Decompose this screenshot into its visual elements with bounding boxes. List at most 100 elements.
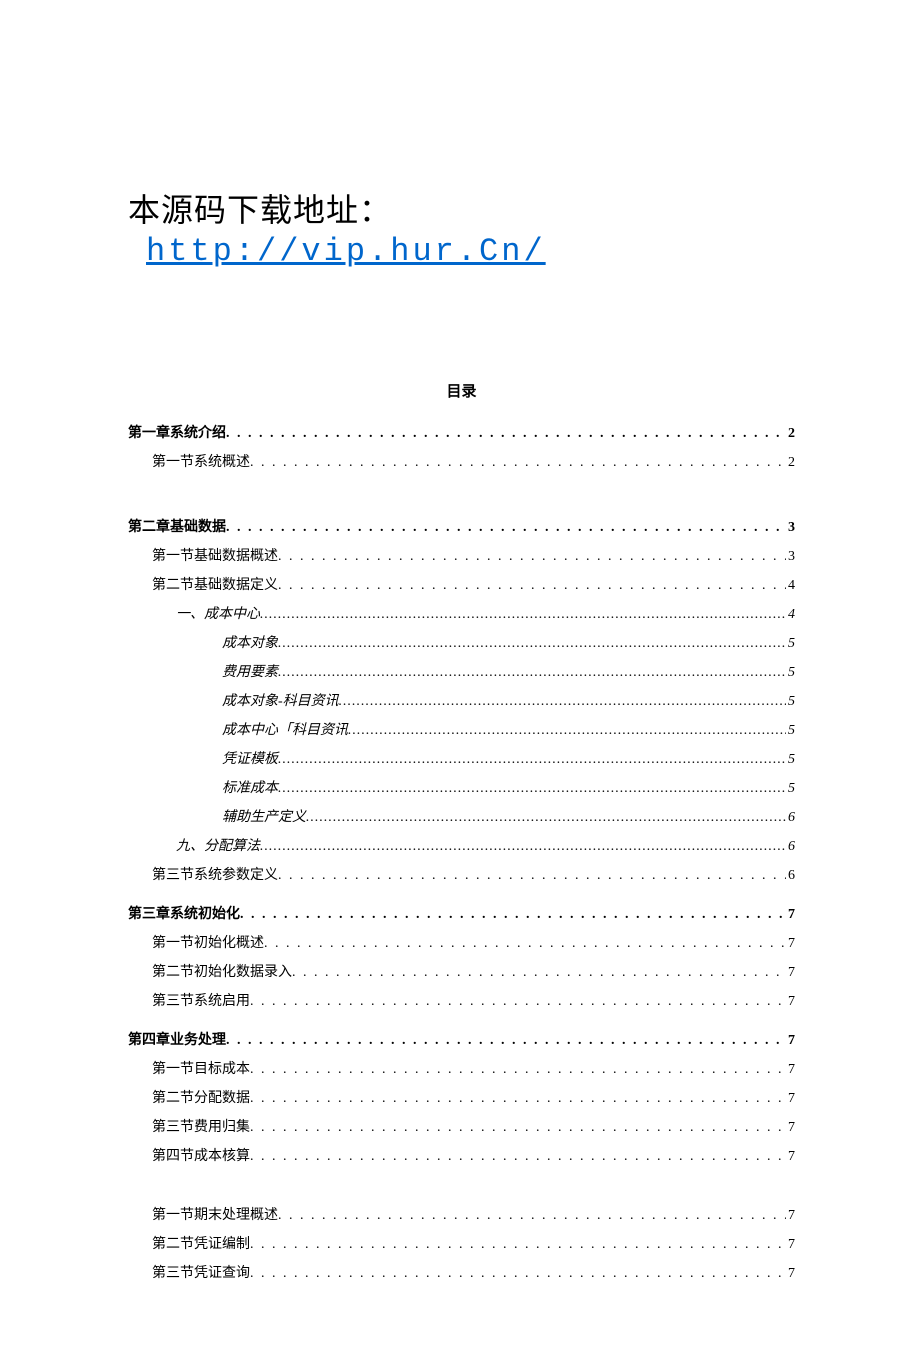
toc-page-number: 5 [786, 778, 795, 799]
toc-label: 第二节基础数据定义 [152, 575, 278, 596]
toc-page-number: 6 [786, 865, 795, 886]
toc-page-number: 7 [786, 1205, 795, 1226]
toc-leader-dots [250, 1088, 786, 1109]
toc-entry-ch2-s2-5[interactable]: 成本中心「科目资讯 5 [128, 720, 795, 741]
toc-page-number: 5 [786, 749, 795, 770]
toc-leader-dots [306, 807, 786, 828]
toc-label: 第二节凭证编制 [152, 1234, 250, 1255]
toc-entry-ch4-s3[interactable]: 第三节费用归集7 [128, 1117, 795, 1138]
toc-entry-ch4-s1[interactable]: 第一节目标成本 7 [128, 1059, 795, 1080]
toc-entry-ch2-s2-4[interactable]: 成本对象-科目资讯 5 [128, 691, 795, 712]
toc-label: 费用要素 [222, 662, 278, 683]
toc-leader-dots [250, 1117, 786, 1138]
download-link[interactable]: http://vip.hur.Cn/ [146, 233, 546, 270]
toc-entry-ch4-s4[interactable]: 第四节成本核算7 [128, 1146, 795, 1167]
toc-page-number: 5 [786, 720, 795, 741]
toc-page-number: 4 [786, 575, 795, 596]
toc-page-number: 3 [786, 517, 795, 538]
toc-leader-dots [250, 991, 786, 1012]
toc-entry-ch2-s2-6[interactable]: 凭证模板 5 [128, 749, 795, 770]
toc-page-number: 2 [786, 423, 795, 444]
toc-leader-dots [250, 1263, 786, 1284]
toc-leader-dots [278, 662, 786, 683]
toc-title: 目录 [128, 380, 795, 401]
toc-page-number: 7 [786, 1146, 795, 1167]
toc-label: 辅助生产定义 [222, 807, 306, 828]
toc-label: 成本对象 [222, 633, 278, 654]
toc-page-number: 7 [786, 1234, 795, 1255]
toc-label: 成本对象-科目资讯 [222, 691, 339, 712]
toc-label: 标准成本 [222, 778, 278, 799]
toc-entry-ch2-s2-7[interactable]: 标准成本 5 [128, 778, 795, 799]
toc-label: 九、分配算法 [176, 836, 260, 857]
toc-label: 第四章业务处理 [128, 1030, 226, 1051]
toc-label: 第三节凭证查询 [152, 1263, 250, 1284]
toc-label: 第三节系统参数定义 [152, 865, 278, 886]
toc-leader-dots [278, 1205, 786, 1226]
toc-page-number: 7 [786, 1263, 795, 1284]
toc-leader-dots [250, 1059, 786, 1080]
toc-page-number: 6 [786, 807, 795, 828]
table-of-contents: 第一章系统介绍2第一节系统概述2第二章基础数据3第一节基础数据概述3第二节基础数… [128, 423, 795, 1284]
document-page: 本源码下载地址： http://vip.hur.Cn/ 目录 第一章系统介绍2第… [0, 0, 920, 1372]
toc-entry-ch1-s1[interactable]: 第一节系统概述2 [128, 452, 795, 473]
toc-label: 第三章系统初始化 [128, 904, 240, 925]
toc-label: 第三节系统启用 [152, 991, 250, 1012]
toc-page-number: 6 [786, 836, 795, 857]
toc-entry-ch5-s1[interactable]: 第一节期末处理概述7 [128, 1205, 795, 1226]
toc-entry-ch3-s1[interactable]: 第一节初始化概述 7 [128, 933, 795, 954]
download-header: 本源码下载地址： http://vip.hur.Cn/ [128, 185, 795, 270]
toc-page-number: 7 [786, 1030, 795, 1051]
toc-entry-ch2-s2-1[interactable]: 一、成本中心4 [128, 604, 795, 625]
toc-entry-ch5-s2[interactable]: 第二节凭证编制 7 [128, 1234, 795, 1255]
toc-page-number: 7 [786, 962, 795, 983]
toc-page-number: 2 [786, 452, 795, 473]
toc-leader-dots [278, 865, 786, 886]
toc-entry-ch5-s3[interactable]: 第三节凭证查询 7 [128, 1263, 795, 1284]
toc-leader-dots [250, 452, 786, 473]
toc-entry-ch2-s2-9[interactable]: 九、分配算法 6 [128, 836, 795, 857]
toc-entry-ch3-s2[interactable]: 第二节初始化数据录入 7 [128, 962, 795, 983]
toc-leader-dots [226, 1030, 786, 1051]
toc-leader-dots [278, 633, 786, 654]
toc-leader-dots [278, 575, 786, 596]
toc-entry-ch3-s3[interactable]: 第三节系统启用 7 [128, 991, 795, 1012]
toc-leader-dots [292, 962, 786, 983]
toc-label: 第二章基础数据 [128, 517, 226, 538]
toc-leader-dots [240, 904, 786, 925]
toc-leader-dots [278, 546, 786, 567]
toc-leader-dots [250, 1146, 786, 1167]
toc-page-number: 7 [786, 1088, 795, 1109]
toc-leader-dots [250, 1234, 786, 1255]
toc-label: 成本中心「科目资讯 [222, 720, 348, 741]
toc-page-number: 7 [786, 1059, 795, 1080]
toc-label: 凭证模板 [222, 749, 278, 770]
toc-entry-ch4-s2[interactable]: 第二节分配数据7 [128, 1088, 795, 1109]
toc-entry-ch2-s2-8[interactable]: 辅助生产定义 6 [128, 807, 795, 828]
toc-label: 第一章系统介绍 [128, 423, 226, 444]
toc-label: 第一节目标成本 [152, 1059, 250, 1080]
toc-page-number: 5 [786, 691, 795, 712]
toc-leader-dots [348, 720, 786, 741]
toc-entry-ch2-s2-2[interactable]: 成本对象 5 [128, 633, 795, 654]
toc-label: 第二节初始化数据录入 [152, 962, 292, 983]
toc-entry-ch2-s3[interactable]: 第三节系统参数定义 6 [128, 865, 795, 886]
toc-entry-ch2-s2[interactable]: 第二节基础数据定义 4 [128, 575, 795, 596]
toc-page-number: 7 [786, 991, 795, 1012]
toc-entry-ch4[interactable]: 第四章业务处理 7 [128, 1030, 795, 1051]
toc-entry-ch2-s2-3[interactable]: 费用要素5 [128, 662, 795, 683]
toc-label: 第三节费用归集 [152, 1117, 250, 1138]
toc-label: 第一节初始化概述 [152, 933, 264, 954]
toc-entry-ch1[interactable]: 第一章系统介绍 2 [128, 423, 795, 444]
toc-page-number: 5 [786, 633, 795, 654]
toc-entry-ch3[interactable]: 第三章系统初始化 7 [128, 904, 795, 925]
toc-page-number: 4 [786, 604, 795, 625]
toc-page-number: 7 [786, 904, 795, 925]
toc-leader-dots [226, 423, 786, 444]
download-label: 本源码下载地址： [128, 192, 392, 228]
toc-leader-dots [278, 749, 786, 770]
toc-label: 第一节基础数据概述 [152, 546, 278, 567]
toc-page-number: 7 [786, 933, 795, 954]
toc-entry-ch2[interactable]: 第二章基础数据 3 [128, 517, 795, 538]
toc-entry-ch2-s1[interactable]: 第一节基础数据概述3 [128, 546, 795, 567]
